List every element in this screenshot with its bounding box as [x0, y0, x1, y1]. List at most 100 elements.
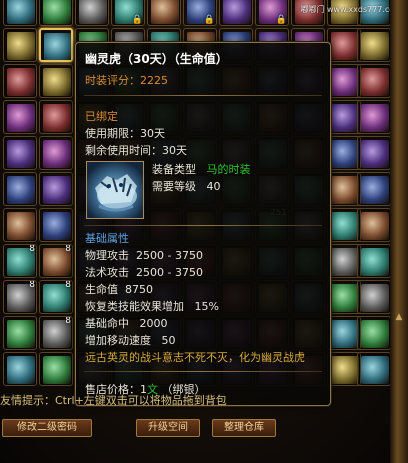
item-icon [361, 212, 389, 240]
type-label: 装备类型 [152, 163, 196, 176]
separator [84, 225, 322, 226]
item-icon [331, 140, 359, 168]
inventory-slot[interactable] [39, 100, 73, 134]
inventory-slot[interactable] [357, 172, 391, 206]
inventory-slot[interactable] [357, 316, 391, 350]
inventory-slot[interactable] [357, 64, 391, 98]
type-value: 马的时装 [206, 163, 251, 176]
item-quantity: 8 [65, 244, 71, 254]
inventory-slot[interactable] [39, 136, 73, 170]
stat-value: 50 [161, 334, 176, 347]
item-icon [43, 0, 71, 24]
ghost-tiger-icon [86, 161, 144, 219]
item-icon [361, 356, 389, 384]
inventory-slot[interactable] [357, 28, 391, 62]
inventory-slot[interactable] [39, 208, 73, 242]
inventory-slot[interactable] [327, 280, 361, 314]
inventory-slot[interactable]: 🔒 [111, 0, 145, 26]
item-quantity: 8 [29, 280, 35, 290]
inventory-slot[interactable] [357, 244, 391, 278]
inventory-slot[interactable] [327, 244, 361, 278]
score-value: 2225 [140, 74, 168, 87]
item-icon [7, 212, 35, 240]
inventory-slot[interactable] [3, 172, 37, 206]
level-value: 40 [206, 180, 221, 193]
item-icon [331, 320, 359, 348]
item-icon [43, 68, 71, 96]
storage-window: 🔒🔒🔒25188888 嘟嘟门 www.xxds777.com ▲ 幽灵虎（30… [0, 0, 408, 463]
inventory-slot[interactable] [3, 208, 37, 242]
item-icon [361, 32, 389, 60]
stat-move-speed: 增加移动速度 50 [85, 334, 176, 347]
inventory-slot[interactable] [327, 100, 361, 134]
lock-icon: 🔒 [275, 15, 287, 25]
stat-physical-attack: 物理攻击 2500 - 3750 [85, 249, 203, 262]
stat-label: 生命值 [85, 283, 118, 296]
inventory-slot[interactable] [327, 64, 361, 98]
item-quantity: 8 [65, 316, 71, 326]
inventory-slot[interactable] [357, 100, 391, 134]
stat-value: 2500 - 3750 [136, 266, 203, 279]
inventory-slot[interactable]: 🔒 [183, 0, 217, 26]
inventory-slot[interactable]: 8 [3, 244, 37, 278]
inventory-slot[interactable] [327, 136, 361, 170]
inventory-slot[interactable] [327, 208, 361, 242]
inventory-slot[interactable] [39, 352, 73, 386]
inventory-slot[interactable]: 🔒 [255, 0, 289, 26]
inventory-slot[interactable]: 8 [39, 316, 73, 350]
right-frame: ▲ [390, 0, 408, 463]
item-icon [7, 356, 35, 384]
inventory-slot[interactable] [39, 64, 73, 98]
inventory-slot[interactable] [3, 352, 37, 386]
inventory-slot[interactable] [357, 208, 391, 242]
inventory-slot[interactable] [39, 28, 73, 62]
inventory-slot[interactable] [357, 280, 391, 314]
inventory-slot[interactable] [3, 100, 37, 134]
inventory-slot[interactable] [3, 64, 37, 98]
item-icon [331, 248, 359, 276]
period-label: 使用期限： [85, 127, 140, 140]
inventory-slot[interactable] [327, 28, 361, 62]
stat-value: 2000 [139, 317, 168, 330]
inventory-slot[interactable]: 8 [39, 280, 73, 314]
item-tooltip: 幽灵虎（30天）（生命值） 时装评分：2225 已绑定 使用期限：30天 剩余使… [75, 42, 331, 406]
inventory-slot[interactable]: 8 [39, 244, 73, 278]
stat-label: 基础命中 [85, 317, 129, 330]
item-icon [361, 104, 389, 132]
inventory-slot[interactable] [39, 172, 73, 206]
stat-label: 法术攻击 [85, 266, 129, 279]
stat-value: 15% [194, 300, 219, 313]
modify-password-button[interactable]: 修改二级密码 [2, 419, 92, 437]
inventory-slot[interactable] [327, 352, 361, 386]
inventory-slot[interactable] [357, 136, 391, 170]
inventory-slot[interactable] [75, 0, 109, 26]
inventory-slot[interactable]: 8 [3, 280, 37, 314]
inventory-slot[interactable] [39, 0, 73, 26]
item-name: 幽灵虎（30天）（生命值） [85, 52, 228, 66]
item-icon [361, 140, 389, 168]
inventory-slot[interactable] [147, 0, 181, 26]
item-icon [361, 248, 389, 276]
stat-label: 恢复类技能效果增加 [85, 300, 184, 313]
inventory-slot[interactable] [327, 316, 361, 350]
remain-label: 剩余使用时间： [85, 144, 162, 157]
organize-storage-button[interactable]: 整理仓库 [212, 419, 276, 437]
inventory-slot[interactable] [327, 172, 361, 206]
type-line: 装备类型 马的时装 [152, 163, 251, 176]
scroll-up-arrow-icon[interactable]: ▲ [393, 312, 405, 324]
item-icon [361, 68, 389, 96]
base-attributes-header: 基础属性 [85, 232, 129, 245]
item-icon [331, 32, 359, 60]
inventory-slot[interactable] [3, 136, 37, 170]
item-quantity: 8 [65, 280, 71, 290]
item-icon [79, 0, 107, 24]
inventory-slot[interactable] [3, 0, 37, 26]
level-line: 需要等级 40 [152, 180, 221, 193]
upgrade-space-button[interactable]: 升级空间 [136, 419, 200, 437]
inventory-slot[interactable] [3, 316, 37, 350]
item-icon [7, 32, 35, 60]
inventory-slot[interactable] [219, 0, 253, 26]
inventory-slot[interactable] [357, 352, 391, 386]
inventory-slot[interactable] [3, 28, 37, 62]
item-icon [7, 320, 35, 348]
